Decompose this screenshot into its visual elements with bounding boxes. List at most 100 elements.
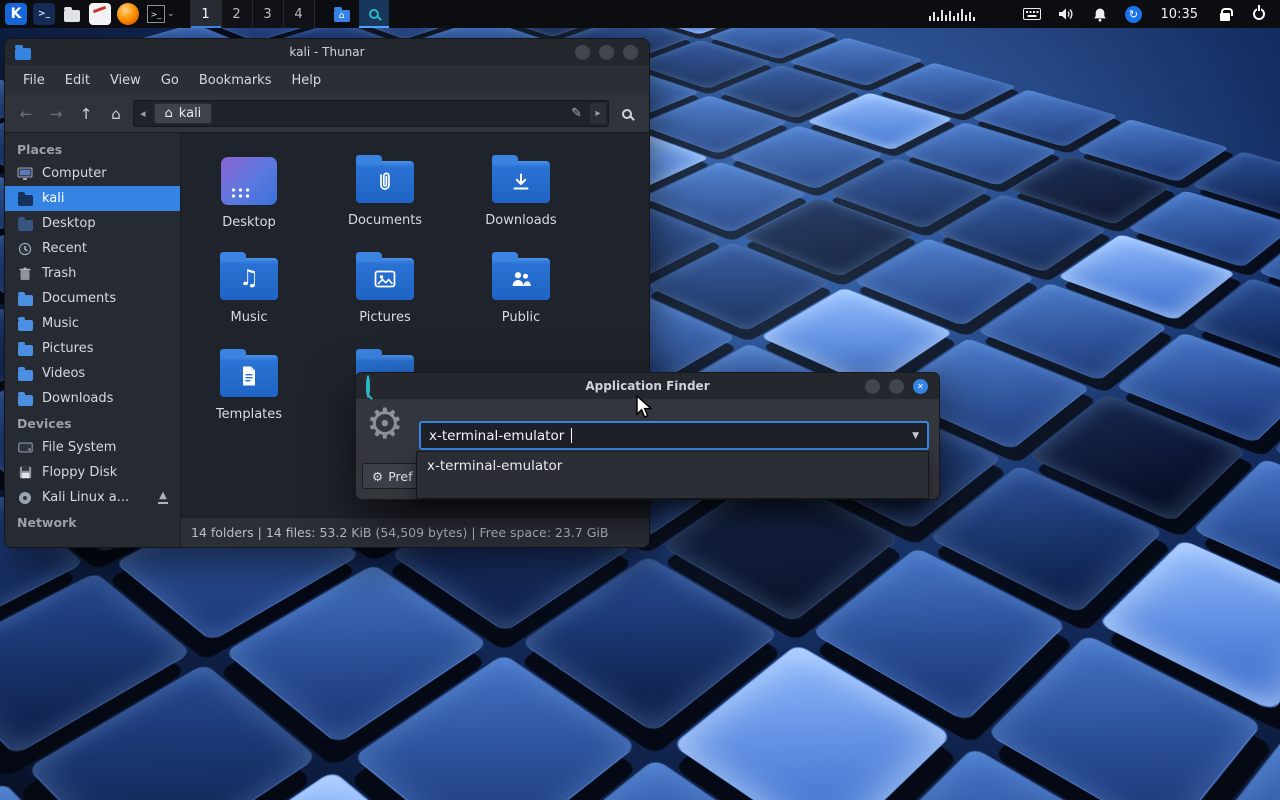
wallpaper-cube <box>504 758 814 800</box>
wallpaper-cube <box>0 572 192 755</box>
text-editor-launcher-icon[interactable] <box>89 3 111 25</box>
volume-icon[interactable] <box>1049 0 1083 28</box>
crumb-next-button[interactable]: ▸ <box>590 103 606 124</box>
crumb-prev-button[interactable]: ◂ <box>136 107 150 120</box>
power-session-icon[interactable] <box>1242 0 1276 28</box>
clock-icon <box>17 241 33 257</box>
workspace-4[interactable]: 4 <box>284 0 315 28</box>
file-label: Public <box>502 311 540 324</box>
file-label: Desktop <box>222 216 276 229</box>
minimize-button[interactable] <box>865 379 880 394</box>
folder-icon <box>64 10 80 22</box>
folder-icon <box>17 391 33 407</box>
wallpaper-cube <box>224 564 488 744</box>
task-application-finder-window[interactable] <box>359 0 389 28</box>
wallpaper-cube <box>827 158 990 229</box>
file-item-downloads[interactable]: Downloads <box>453 143 589 240</box>
workspace-2[interactable]: 2 <box>222 0 253 28</box>
devices-header: Devices <box>5 411 180 435</box>
firefox-launcher-icon[interactable] <box>117 3 139 25</box>
wallpaper-cube <box>672 644 952 800</box>
terminal-launcher-icon[interactable]: >_ <box>33 3 55 25</box>
sidebar-item-downloads[interactable]: Downloads <box>5 386 180 411</box>
menu-bookmarks[interactable]: Bookmarks <box>189 69 282 92</box>
floppy-icon <box>17 465 33 481</box>
sidebar-item-file-system[interactable]: File System <box>5 435 180 460</box>
sidebar-item-pictures[interactable]: Pictures <box>5 336 180 361</box>
menu-help[interactable]: Help <box>281 69 331 92</box>
path-bar[interactable]: ◂ ⌂ kali ✎ ▸ <box>133 100 609 127</box>
sidebar-item-label: Recent <box>42 241 87 256</box>
wallpaper-cube <box>639 95 788 153</box>
edit-path-icon[interactable]: ✎ <box>567 106 586 121</box>
workspace-1[interactable]: 1 <box>191 0 222 28</box>
panel-clock[interactable]: 10:35 <box>1151 7 1208 22</box>
lock-screen-icon[interactable] <box>1208 0 1242 28</box>
wallpaper-cube <box>1258 230 1280 316</box>
sidebar-item-label: Videos <box>42 366 85 381</box>
wallpaper-cube <box>635 40 771 89</box>
sidebar-item-label: Computer <box>42 166 107 181</box>
forward-button[interactable]: → <box>43 101 69 127</box>
home-button[interactable]: ⌂ <box>103 101 129 127</box>
application-finder-window: Application Finder ✕ ⚙ x-terminal-emulat… <box>355 372 940 500</box>
up-button[interactable]: ↑ <box>73 101 99 127</box>
thunar-titlebar[interactable]: kali - Thunar <box>5 39 649 65</box>
menu-edit[interactable]: Edit <box>55 69 100 92</box>
sidebar-item-kali[interactable]: kali <box>5 186 180 211</box>
sidebar-item-kali-linux-volume[interactable]: Kali Linux a... ▲ <box>5 485 180 510</box>
notifications-bell-icon[interactable] <box>1083 0 1117 28</box>
suggestion-dropdown: x-terminal-emulator <box>416 451 929 499</box>
workspace-switcher: 1 2 3 4 <box>190 0 315 28</box>
back-button[interactable]: ← <box>13 101 39 127</box>
close-button[interactable]: ✕ <box>913 379 928 394</box>
folder-icon <box>17 366 33 382</box>
maximize-button[interactable] <box>889 379 904 394</box>
sidebar-item-floppy-disk[interactable]: Floppy Disk <box>5 460 180 485</box>
application-search-input[interactable]: x-terminal-emulator ▼ <box>419 421 929 450</box>
wallpaper-cube <box>150 770 466 800</box>
sidebar-item-documents[interactable]: Documents <box>5 286 180 311</box>
file-manager-launcher-icon[interactable] <box>61 3 83 25</box>
file-label: Pictures <box>359 311 410 324</box>
breadcrumb[interactable]: ⌂ kali <box>154 103 213 124</box>
sidebar-item-music[interactable]: Music <box>5 311 180 336</box>
search-button[interactable] <box>613 101 641 127</box>
eject-icon[interactable]: ▲ <box>158 491 168 504</box>
menu-file[interactable]: File <box>13 69 55 92</box>
close-button[interactable] <box>623 45 638 60</box>
sidebar-item-desktop[interactable]: Desktop <box>5 211 180 236</box>
file-item-documents[interactable]: Documents <box>317 143 453 240</box>
file-item-music[interactable]: ♫ Music <box>181 240 317 337</box>
folder-icon <box>17 316 33 332</box>
workspace-3[interactable]: 3 <box>253 0 284 28</box>
terminal-chooser-launcher[interactable]: >_ ⌄ <box>147 5 175 23</box>
updates-icon[interactable]: ↻ <box>1117 0 1151 28</box>
maximize-button[interactable] <box>599 45 614 60</box>
wallpaper-cube <box>903 122 1057 185</box>
file-item-desktop[interactable]: Desktop <box>181 143 317 240</box>
file-item-public[interactable]: Public <box>453 240 589 337</box>
sidebar-item-trash[interactable]: Trash <box>5 261 180 286</box>
sidebar-item-computer[interactable]: Computer <box>5 161 180 186</box>
file-item-pictures[interactable]: Pictures <box>317 240 453 337</box>
system-tray: ↻ 10:35 <box>929 0 1280 28</box>
menu-view[interactable]: View <box>100 69 151 92</box>
gear-icon: ⚙ <box>372 469 383 484</box>
menu-go[interactable]: Go <box>151 69 189 92</box>
sidebar-item-videos[interactable]: Videos <box>5 361 180 386</box>
task-thunar-window[interactable]: ⌂ <box>327 0 357 28</box>
breadcrumb-label: kali <box>179 106 202 121</box>
application-finder-icon <box>369 9 379 19</box>
minimize-button[interactable] <box>575 45 590 60</box>
suggestion-item[interactable]: x-terminal-emulator <box>417 452 928 480</box>
file-item-templates[interactable]: Templates <box>181 337 317 434</box>
sidebar-item-recent[interactable]: Recent <box>5 236 180 261</box>
kali-menu-icon[interactable]: K <box>5 3 27 25</box>
wallpaper-cube <box>852 747 1156 800</box>
combo-dropdown-arrow-icon[interactable]: ▼ <box>912 431 919 441</box>
refresh-icon: ↻ <box>1125 6 1142 23</box>
finder-titlebar[interactable]: Application Finder ✕ <box>356 373 939 399</box>
keyboard-layout-icon[interactable] <box>1015 0 1049 28</box>
preferences-button[interactable]: ⚙ Pref <box>362 463 423 489</box>
